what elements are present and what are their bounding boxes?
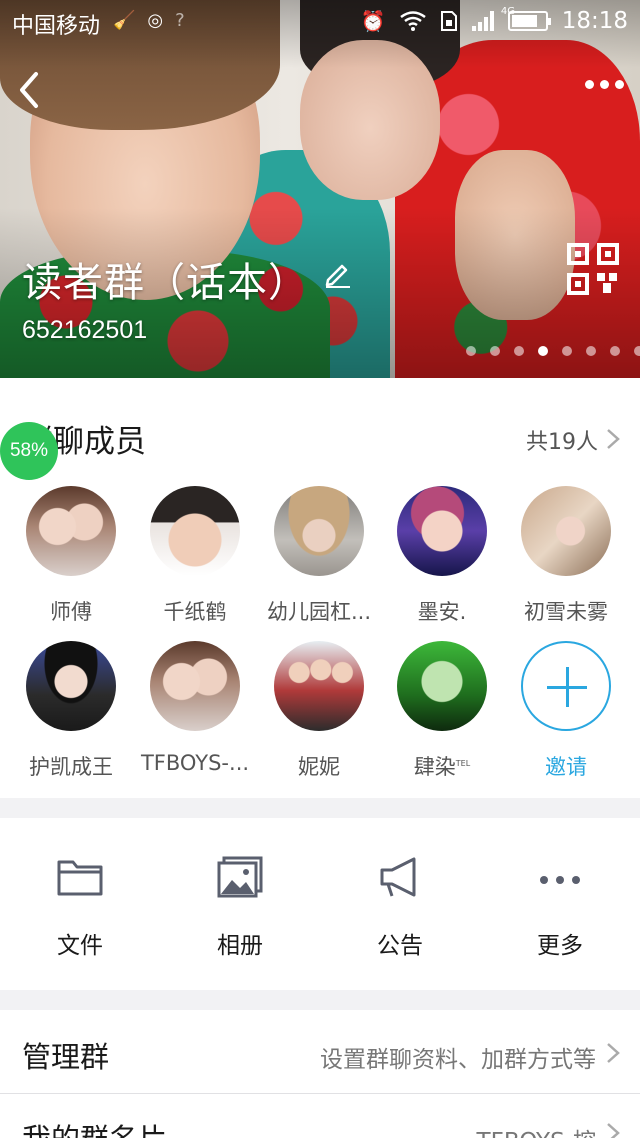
status-right-group: ⏰ 18:18 (361, 8, 628, 34)
group-id: 652162501 (22, 316, 148, 344)
status-notification-icons: 🧹 ◎ ? (113, 10, 185, 31)
member-name-text: TFBOYS-... (140, 751, 250, 775)
page-dot (466, 346, 476, 356)
members-section: 群聊成员 58% 共19人 师傅 千纸鹤 幼儿园杠... 墨安. 初雪未雾 护凯成王 TFB… (0, 378, 640, 798)
plus-icon (521, 641, 611, 731)
invite-button[interactable]: 邀请 (504, 641, 628, 781)
member-item[interactable]: 师傅 (9, 486, 133, 626)
back-arrow-icon[interactable] (14, 70, 46, 110)
member-name: 师傅 (9, 596, 133, 626)
page-dot (490, 346, 500, 356)
member-name-text: 妮妮 (298, 755, 340, 779)
chevron-right-icon (607, 429, 620, 449)
row-title: 管理群 (22, 1040, 110, 1074)
member-name-text: 师傅 (50, 600, 92, 624)
megaphone-icon (380, 857, 416, 897)
members-count-link[interactable]: 共19人 (526, 424, 598, 456)
member-name-text: 墨安. (417, 600, 467, 624)
page-dot (514, 346, 524, 356)
folder-icon (57, 860, 103, 896)
page-dot (538, 346, 548, 356)
status-bar: 中国移动 🧹 ◎ ? 4G ⏰ 18:18 (0, 0, 640, 44)
invite-label: 邀请 (545, 755, 587, 779)
avatar (274, 486, 364, 576)
tool-label: 相册 (217, 933, 263, 959)
page-dot (562, 346, 572, 356)
edit-pencil-icon[interactable] (322, 258, 352, 288)
member-name: 千纸鹤 (133, 596, 257, 626)
member-name-text: 千纸鹤 (163, 600, 227, 624)
member-item[interactable]: 千纸鹤 (133, 486, 257, 626)
member-item[interactable]: 妮妮 (257, 641, 381, 781)
more-dot-icon (585, 80, 594, 89)
qr-code-icon[interactable] (567, 243, 619, 295)
member-name: TFBOYS-... (133, 751, 257, 775)
tools-section: 文件 相册 公告 更多 (0, 818, 640, 990)
sim-icon (440, 11, 457, 31)
page-dot (610, 346, 620, 356)
alarm-icon: ⏰ (360, 9, 386, 33)
member-name: 护凯成王 (9, 751, 133, 781)
more-dots-icon (540, 876, 580, 884)
album-icon (217, 856, 263, 898)
group-card-row[interactable]: 我的群名片 TFBOYS-控 (0, 1094, 640, 1138)
avatar (150, 486, 240, 576)
group-cover-banner[interactable]: 中国移动 🧹 ◎ ? 4G ⏰ 18:18 读者群（话本） 652162501 (0, 0, 640, 378)
page-indicator (466, 346, 640, 356)
progress-badge[interactable]: 58% (0, 422, 58, 480)
help-icon: ? (175, 10, 185, 31)
wifi-icon (399, 11, 426, 31)
more-dot-icon (600, 80, 609, 89)
chevron-right-icon (607, 1043, 620, 1063)
battery-level (511, 15, 538, 27)
member-name: 肆染TEL (380, 751, 504, 781)
row-title: 我的群名片 (22, 1116, 167, 1138)
page-dot (586, 346, 596, 356)
more-options-button[interactable] (585, 80, 624, 89)
tool-label: 更多 (537, 933, 583, 959)
avatar (150, 641, 240, 731)
page-dot (634, 346, 640, 356)
tool-label: 文件 (57, 933, 103, 959)
avatar (26, 641, 116, 731)
avatar (397, 641, 487, 731)
member-item[interactable]: 幼儿园杠... (257, 486, 381, 626)
member-item[interactable]: 初雪未雾 (504, 486, 628, 626)
avatar (26, 486, 116, 576)
chevron-right-icon (607, 1123, 620, 1138)
member-name-text: 幼儿园杠... (266, 600, 372, 624)
member-name-text: 肆染 (413, 755, 456, 779)
row-value: 设置群聊资料、加群方式等 (320, 1047, 596, 1073)
tool-more[interactable]: 更多 (480, 856, 640, 960)
target-icon: ◎ (147, 10, 164, 31)
battery-icon (507, 11, 551, 31)
member-name: 幼儿园杠... (257, 596, 381, 626)
member-name-text: 初雪未雾 (524, 600, 608, 624)
member-item[interactable]: TFBOYS-... (133, 641, 257, 775)
member-name-text: 护凯成王 (29, 755, 113, 779)
broom-icon: 🧹 (113, 10, 136, 31)
member-item[interactable]: 肆染TEL (380, 641, 504, 781)
signal-icon (471, 11, 494, 31)
member-item[interactable]: 护凯成王 (9, 641, 133, 781)
row-value: TFBOYS-控 (477, 1122, 596, 1138)
carrier-name: 中国移动 (12, 14, 101, 39)
more-dot-icon (615, 80, 624, 89)
member-item[interactable]: 墨安. (380, 486, 504, 626)
tool-announcement[interactable]: 公告 (320, 856, 480, 960)
member-badge: TEL (455, 759, 471, 768)
avatar (274, 641, 364, 731)
avatar (397, 486, 487, 576)
member-name: 初雪未雾 (504, 596, 628, 626)
tool-label: 公告 (377, 933, 423, 959)
member-name: 墨安. (380, 596, 504, 626)
tool-album[interactable]: 相册 (160, 856, 320, 960)
member-name: 妮妮 (257, 751, 381, 781)
manage-group-row[interactable]: 管理群 设置群聊资料、加群方式等 (0, 1010, 640, 1094)
group-name: 读者群（话本） (22, 260, 309, 306)
tool-files[interactable]: 文件 (0, 856, 160, 960)
clock-time: 18:18 (561, 8, 628, 34)
avatar (521, 486, 611, 576)
